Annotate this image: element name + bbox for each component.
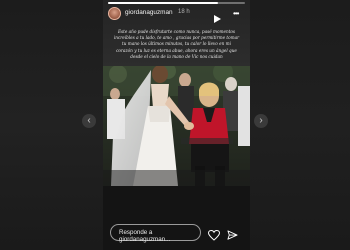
story-time: 18 h: [178, 9, 190, 15]
story-photo: [103, 66, 250, 186]
story-progress-fill: [108, 2, 218, 4]
reply-input[interactable]: Responde a giordanaguzman...: [110, 224, 201, 243]
story-progress-bar: [108, 2, 245, 4]
story-viewer[interactable]: giordanaguzman 18 h ••• Este año pude di…: [103, 0, 250, 250]
chevron-left-icon: ‹: [87, 115, 91, 126]
story-header: giordanaguzman 18 h •••: [108, 7, 245, 23]
next-story-button[interactable]: ›: [254, 114, 268, 128]
username[interactable]: giordanaguzman: [125, 9, 173, 16]
more-icon[interactable]: •••: [233, 9, 239, 18]
reply-placeholder: Responde a giordanaguzman...: [119, 229, 171, 243]
send-icon[interactable]: [227, 228, 238, 246]
play-icon[interactable]: [214, 10, 221, 28]
heart-icon[interactable]: [207, 228, 221, 246]
previous-story-button[interactable]: ‹: [82, 114, 96, 128]
avatar[interactable]: [108, 7, 121, 20]
story-caption: Este año pude disfrutarte como nunca, pa…: [113, 29, 240, 59]
chevron-right-icon: ›: [259, 115, 263, 126]
